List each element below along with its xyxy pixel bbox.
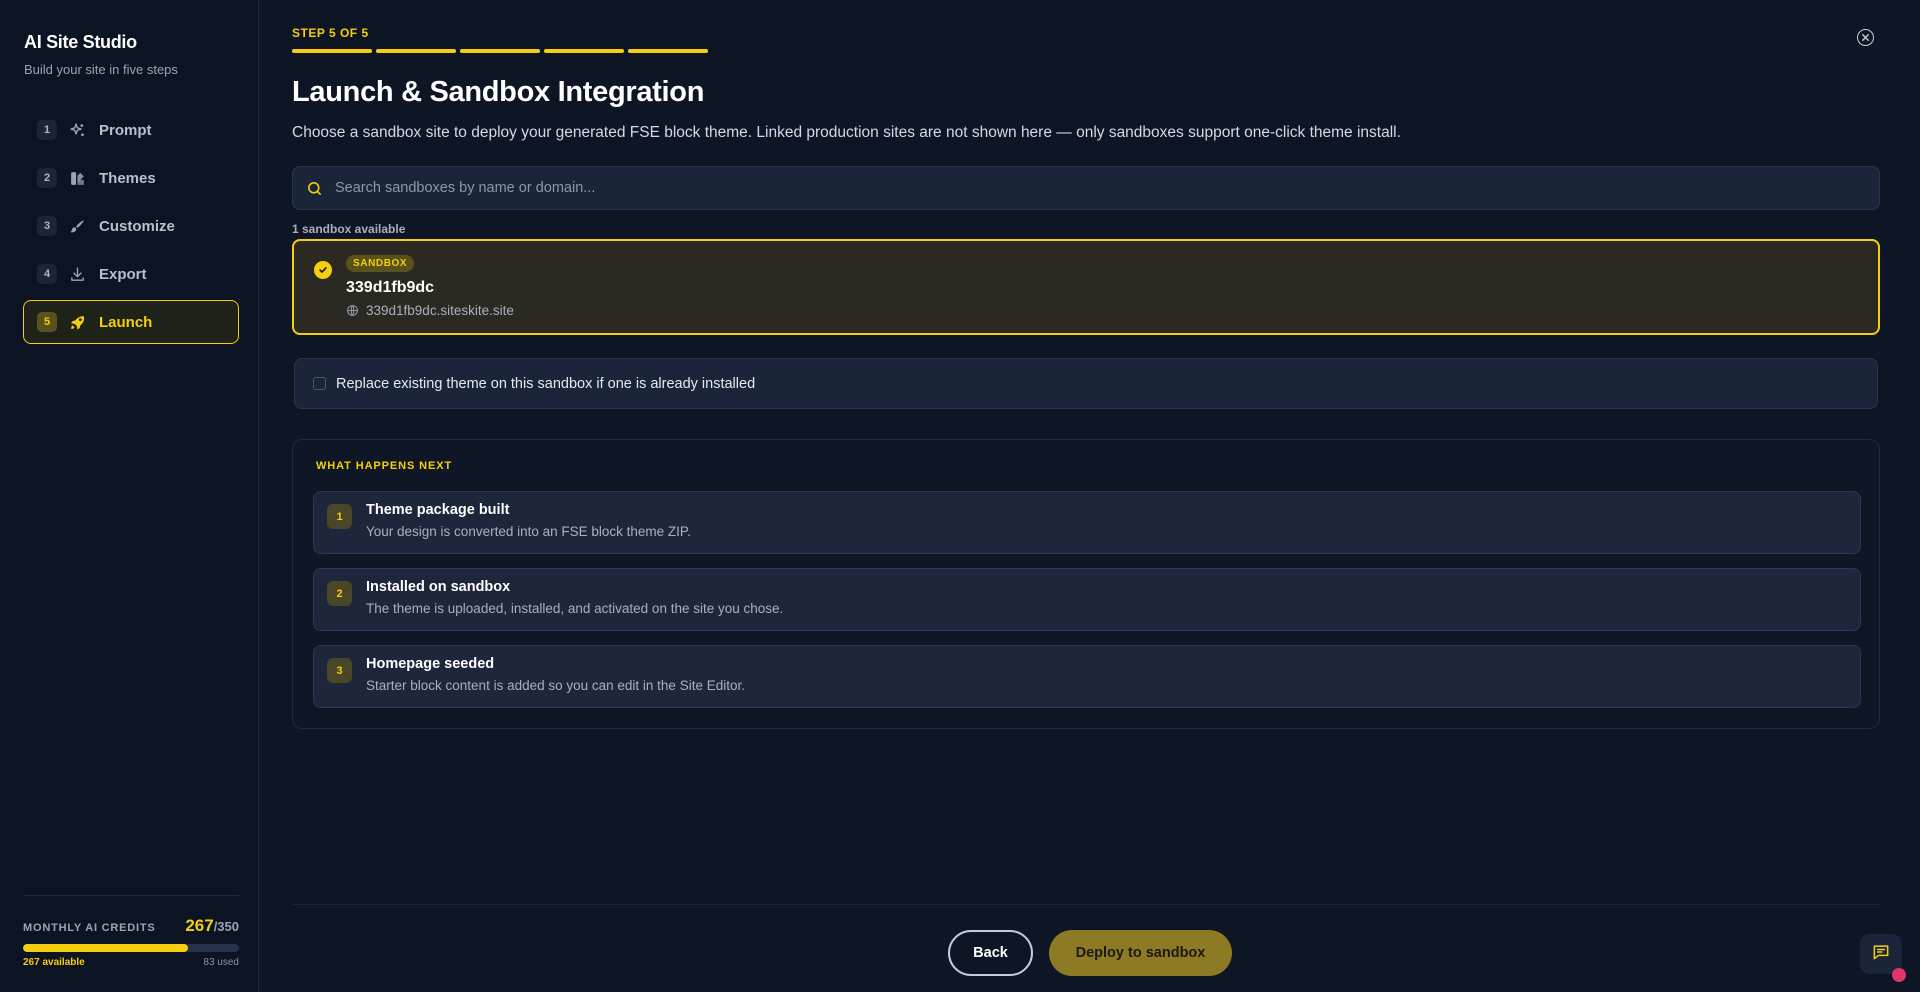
download-icon bbox=[67, 264, 87, 284]
next-step-title: Installed on sandbox bbox=[366, 579, 511, 595]
search-bar bbox=[292, 166, 1880, 210]
sidebar-item-customize[interactable]: 3 Customize bbox=[23, 204, 239, 248]
credits-used: 83 used bbox=[203, 957, 239, 968]
brand-subtitle: Build your site in five steps bbox=[24, 62, 178, 77]
step-number: 4 bbox=[37, 264, 57, 284]
next-step-card: 1 Theme package built Your design is con… bbox=[313, 491, 1861, 554]
chat-bubble-icon bbox=[1871, 942, 1891, 967]
step-number: 5 bbox=[37, 312, 57, 332]
main-content: STEP 5 OF 5 Launch & Sandbox Integration… bbox=[292, 0, 1880, 992]
page-description: Choose a sandbox site to deploy your gen… bbox=[292, 124, 1401, 141]
sidebar-item-label: Launch bbox=[99, 313, 153, 331]
sidebar-item-label: Export bbox=[99, 265, 147, 283]
step-progress bbox=[292, 49, 708, 53]
what-happens-next-panel: WHAT HAPPENS NEXT 1 Theme package built … bbox=[292, 439, 1880, 729]
next-step-card: 2 Installed on sandbox The theme is uplo… bbox=[313, 568, 1861, 631]
sidebar-item-label: Themes bbox=[99, 169, 156, 187]
credits-title: MONTHLY AI CREDITS bbox=[23, 922, 156, 934]
globe-icon bbox=[346, 304, 359, 317]
sandbox-badge: SANDBOX bbox=[346, 255, 415, 272]
step-number: 3 bbox=[37, 216, 57, 236]
notification-dot bbox=[1892, 968, 1906, 982]
sidebar-item-prompt[interactable]: 1 Prompt bbox=[23, 108, 239, 152]
sidebar-item-label: Prompt bbox=[99, 121, 152, 139]
next-step-description: The theme is uploaded, installed, and ac… bbox=[366, 601, 784, 616]
next-step-number: 3 bbox=[327, 658, 352, 683]
sandbox-domain-row: 339d1fb9dc.siteskite.site bbox=[346, 303, 514, 318]
progress-segment bbox=[376, 49, 456, 53]
sandbox-card[interactable]: SANDBOX 339d1fb9dc 339d1fb9dc.siteskite.… bbox=[292, 239, 1880, 335]
step-number: 2 bbox=[37, 168, 57, 188]
search-icon bbox=[305, 179, 323, 197]
footer-divider bbox=[292, 904, 1880, 905]
step-number: 1 bbox=[37, 120, 57, 140]
rocket-icon bbox=[67, 312, 87, 332]
page-title: Launch & Sandbox Integration bbox=[292, 76, 705, 108]
brand-title: AI Site Studio bbox=[24, 32, 137, 52]
search-input[interactable] bbox=[335, 180, 1835, 196]
sidebar-item-export[interactable]: 4 Export bbox=[23, 252, 239, 296]
replace-theme-label: Replace existing theme on this sandbox i… bbox=[336, 375, 756, 392]
next-step-number: 2 bbox=[327, 581, 352, 606]
next-step-card: 3 Homepage seeded Starter block content … bbox=[313, 645, 1861, 708]
credits-available: 267 available bbox=[23, 957, 85, 968]
sidebar: AI Site Studio Build your site in five s… bbox=[0, 0, 259, 992]
step-nav: 1 Prompt 2 Themes 3 Customize 4 Export 5… bbox=[23, 108, 239, 348]
chat-button[interactable] bbox=[1860, 934, 1906, 982]
progress-segment bbox=[460, 49, 540, 53]
step-indicator: STEP 5 OF 5 bbox=[292, 26, 369, 40]
back-button[interactable]: Back bbox=[948, 930, 1033, 976]
progress-segment bbox=[544, 49, 624, 53]
progress-segment bbox=[292, 49, 372, 53]
credits-panel: MONTHLY AI CREDITS 267/350 267 available… bbox=[23, 895, 239, 968]
what-happens-next-title: WHAT HAPPENS NEXT bbox=[316, 460, 453, 472]
sandbox-name: 339d1fb9dc bbox=[346, 279, 435, 296]
next-step-title: Homepage seeded bbox=[366, 656, 495, 672]
sidebar-item-label: Customize bbox=[99, 217, 175, 235]
swatches-icon bbox=[67, 168, 87, 188]
sparkles-icon bbox=[67, 120, 87, 140]
credits-value: 267 bbox=[185, 916, 214, 935]
sidebar-item-launch[interactable]: 5 Launch bbox=[23, 300, 239, 344]
brush-icon bbox=[67, 216, 87, 236]
sandbox-count: 1 sandbox available bbox=[292, 222, 406, 236]
credits-progress-fill bbox=[23, 944, 188, 952]
deploy-button[interactable]: Deploy to sandbox bbox=[1049, 930, 1232, 976]
check-circle-icon bbox=[314, 261, 332, 279]
credits-progress-bar bbox=[23, 944, 239, 952]
sidebar-item-themes[interactable]: 2 Themes bbox=[23, 156, 239, 200]
progress-segment bbox=[628, 49, 708, 53]
next-step-description: Starter block content is added so you ca… bbox=[366, 678, 745, 693]
replace-theme-checkbox[interactable] bbox=[313, 377, 326, 390]
sandbox-domain: 339d1fb9dc.siteskite.site bbox=[366, 303, 514, 318]
next-step-number: 1 bbox=[327, 504, 352, 529]
next-step-description: Your design is converted into an FSE blo… bbox=[366, 524, 691, 539]
credits-total: /350 bbox=[213, 919, 239, 934]
next-step-title: Theme package built bbox=[366, 502, 510, 518]
close-icon[interactable] bbox=[1857, 29, 1874, 46]
replace-theme-option[interactable]: Replace existing theme on this sandbox i… bbox=[294, 358, 1878, 409]
